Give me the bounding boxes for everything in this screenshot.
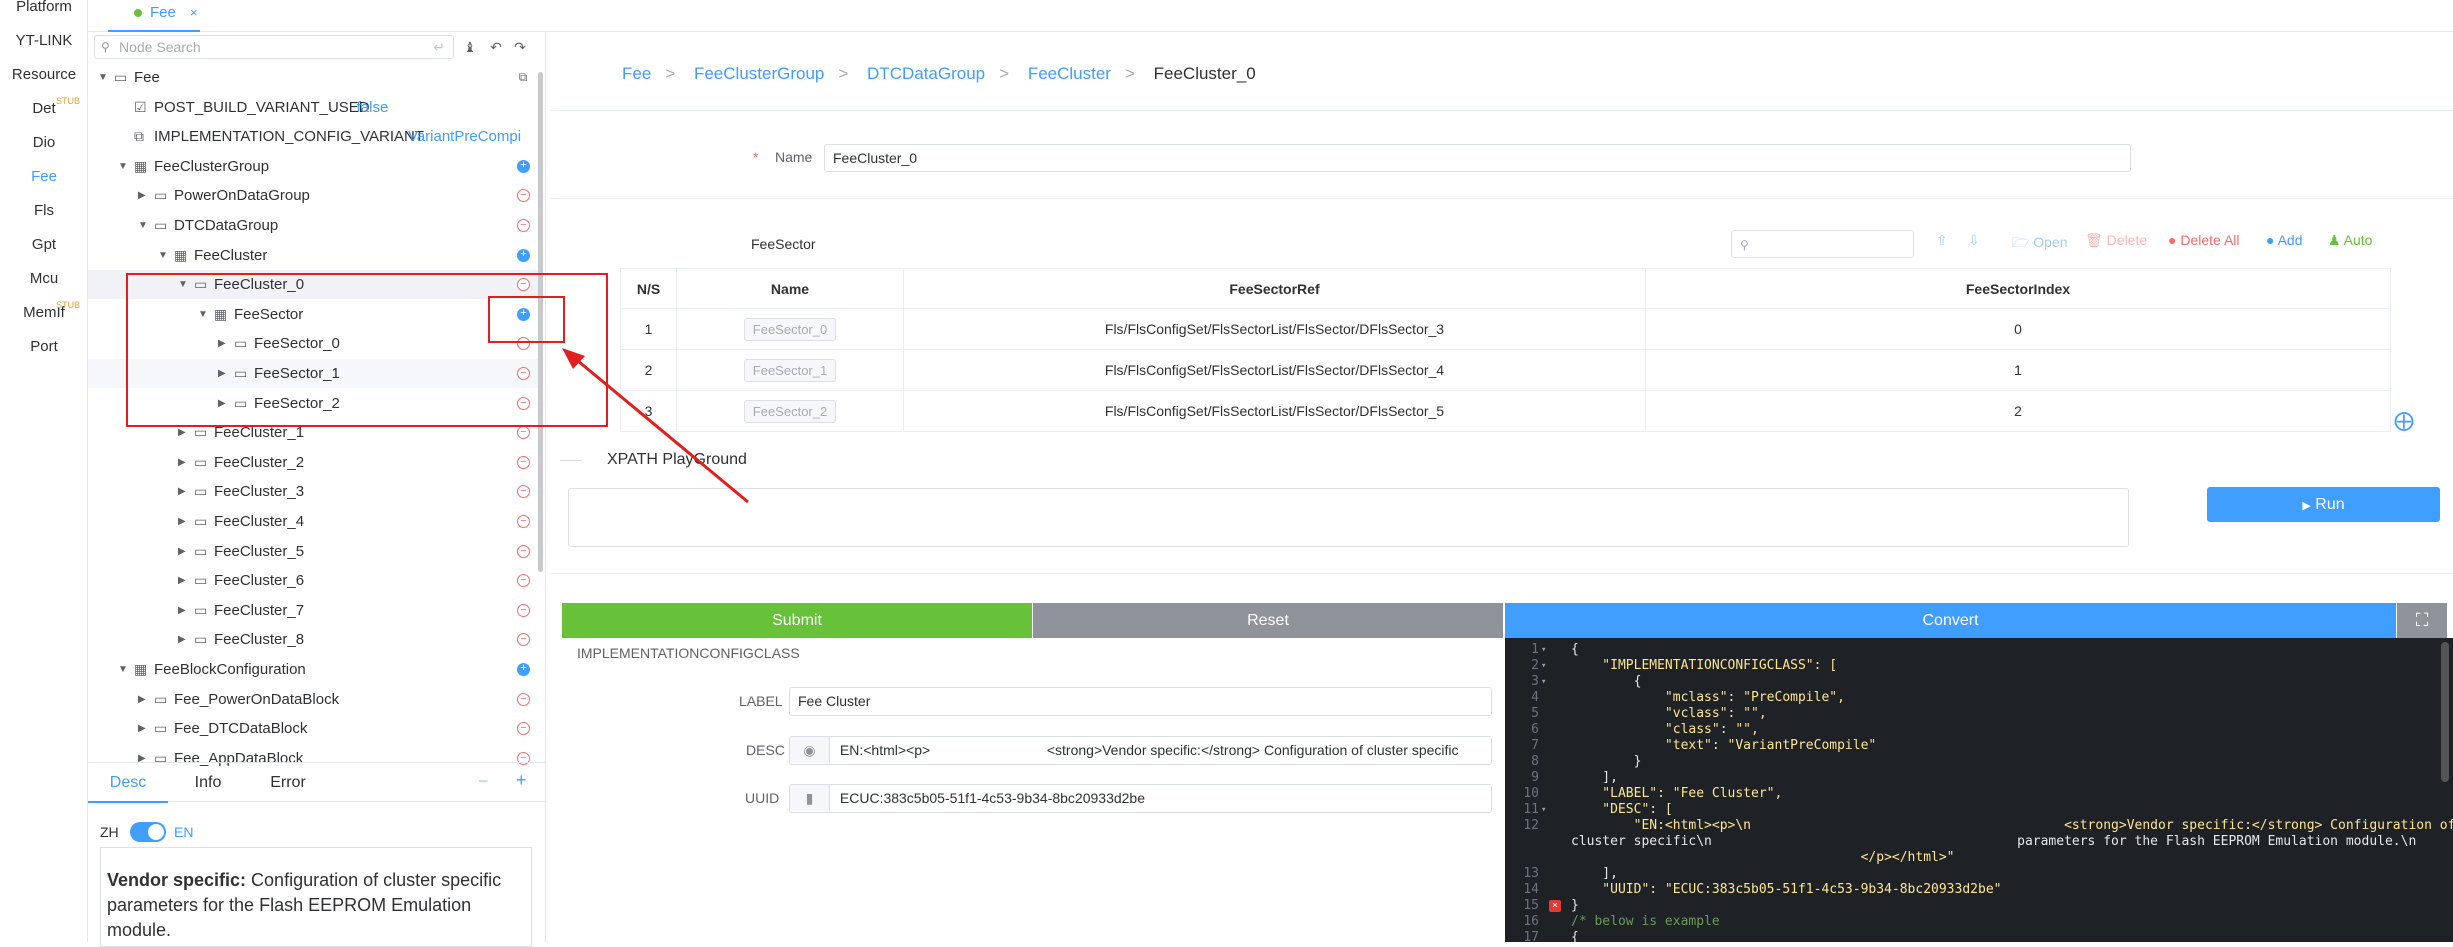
- annotation-arrow: [562, 348, 749, 504]
